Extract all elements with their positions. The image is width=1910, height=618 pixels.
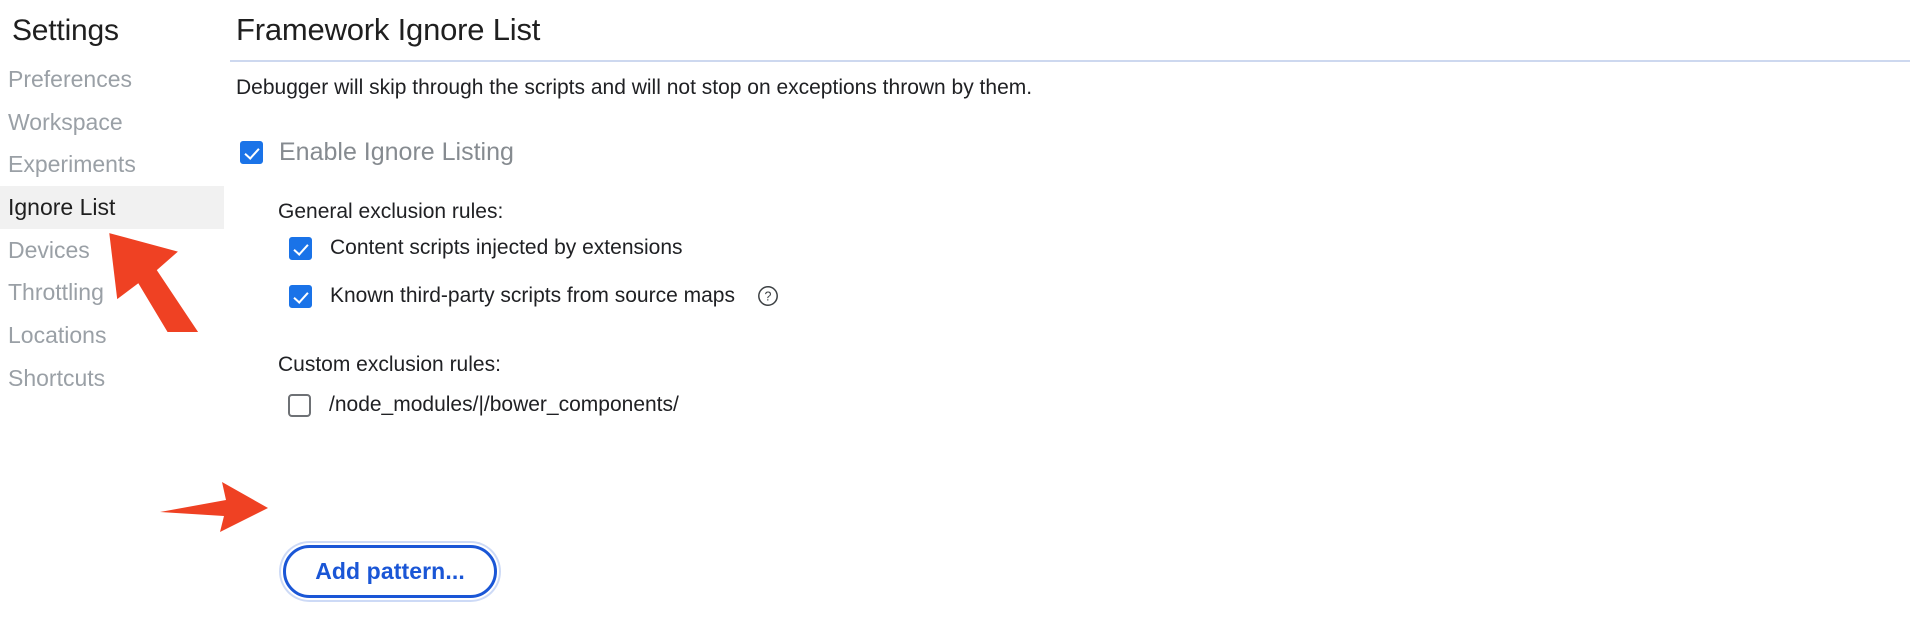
- sidebar-item-preferences[interactable]: Preferences: [0, 58, 224, 101]
- sidebar-item-throttling[interactable]: Throttling: [0, 271, 224, 314]
- sidebar-item-experiments[interactable]: Experiments: [0, 143, 224, 186]
- rule-row-content-scripts[interactable]: Content scripts injected by extensions: [289, 236, 683, 260]
- custom-pattern-label: /node_modules/|/bower_components/: [329, 393, 679, 416]
- sidebar-item-label: Devices: [8, 237, 90, 263]
- sidebar-item-label: Locations: [8, 322, 107, 348]
- sidebar-item-locations[interactable]: Locations: [0, 314, 224, 357]
- custom-pattern-checkbox[interactable]: [288, 393, 311, 417]
- third-party-scripts-label: Known third-party scripts from source ma…: [330, 284, 735, 307]
- help-question-circle-icon[interactable]: ?: [757, 285, 779, 307]
- sidebar-item-label: Throttling: [8, 279, 104, 305]
- sidebar-item-workspace[interactable]: Workspace: [0, 101, 224, 144]
- sidebar-item-label: Shortcuts: [8, 365, 106, 391]
- content-scripts-label: Content scripts injected by extensions: [330, 236, 683, 259]
- sidebar-item-label: Ignore List: [8, 194, 116, 220]
- sidebar-item-label: Workspace: [8, 109, 123, 135]
- svg-text:?: ?: [764, 290, 771, 304]
- custom-exclusion-rules-heading: Custom exclusion rules:: [278, 353, 501, 376]
- page-title: Framework Ignore List: [236, 12, 541, 47]
- sidebar-item-shortcuts[interactable]: Shortcuts: [0, 357, 224, 400]
- rule-row-custom-pattern[interactable]: /node_modules/|/bower_components/: [288, 393, 679, 417]
- settings-sidebar: Settings Preferences Workspace Experimen…: [0, 0, 224, 618]
- content-scripts-checkbox[interactable]: [289, 236, 312, 260]
- third-party-scripts-checkbox[interactable]: [289, 284, 312, 308]
- add-pattern-button[interactable]: Add pattern...: [283, 545, 497, 598]
- rule-row-third-party-scripts[interactable]: Known third-party scripts from source ma…: [289, 284, 779, 308]
- settings-main-panel: Framework Ignore List Debugger will skip…: [230, 0, 1910, 618]
- general-exclusion-rules-heading: General exclusion rules:: [278, 200, 504, 223]
- sidebar-item-label: Preferences: [8, 66, 133, 92]
- enable-ignore-listing-label: Enable Ignore Listing: [279, 138, 514, 166]
- title-divider: [230, 60, 1910, 62]
- enable-ignore-listing-checkbox[interactable]: [240, 141, 263, 164]
- sidebar-item-label: Experiments: [8, 151, 136, 177]
- panel-description: Debugger will skip through the scripts a…: [236, 76, 1033, 99]
- sidebar-item-devices[interactable]: Devices: [0, 229, 224, 272]
- sidebar-title: Settings: [12, 14, 119, 47]
- sidebar-item-ignore-list[interactable]: Ignore List: [0, 186, 224, 229]
- enable-ignore-listing-row[interactable]: Enable Ignore Listing: [240, 138, 514, 167]
